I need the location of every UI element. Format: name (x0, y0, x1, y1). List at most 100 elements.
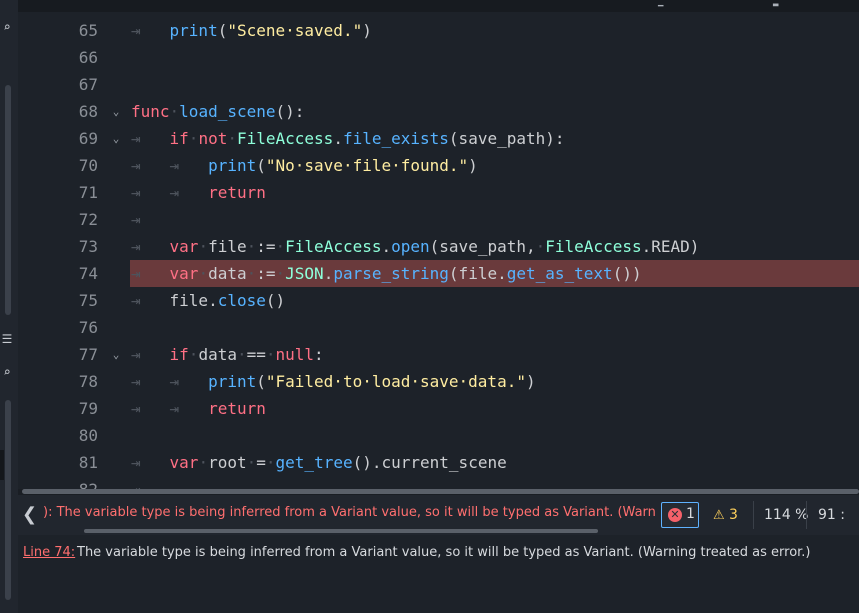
code-token: · (246, 264, 257, 283)
code-token: load_scene (179, 102, 276, 121)
scrollbar-thumb[interactable] (22, 489, 859, 494)
search-icon[interactable]: ⌕ (0, 18, 14, 36)
code-token: · (198, 453, 209, 472)
tab-marker: ⇥ (131, 129, 170, 148)
code-editor[interactable]: 65 ⇥ print("Scene·saved.") 66 67 68 ⌄ func · loa… (18, 12, 859, 489)
code-token: · (236, 345, 247, 364)
code-token: : (314, 345, 324, 364)
line-number: 66 (78, 48, 98, 67)
code-text: ⇥ print("Scene·saved.") (131, 17, 372, 44)
status-error-message[interactable]: ): The variable type is being inferred f… (43, 505, 655, 520)
code-line[interactable]: 76 (18, 314, 859, 341)
code-line[interactable]: 71 ⇥ ⇥ return (18, 179, 859, 206)
line-number: 67 (78, 75, 98, 94)
code-token: close (217, 291, 266, 310)
fold-arrow-icon[interactable]: ⌄ (110, 341, 122, 368)
line-number: 81 (78, 453, 98, 472)
code-token: () (265, 291, 286, 310)
code-line[interactable]: 67 (18, 71, 859, 98)
tab-marker: ⇥ ⇥ (131, 399, 209, 418)
code-line[interactable]: 79 ⇥ ⇥ return (18, 395, 859, 422)
search-icon[interactable]: ⌕ (0, 363, 14, 381)
code-line[interactable]: 78 ⇥ ⇥ print("Failed·to·load·save·data.") (18, 368, 859, 395)
line-number: 68 (78, 102, 98, 121)
left-dock-scrollbar[interactable] (5, 85, 11, 315)
code-token: data (208, 264, 247, 283)
code-text: ⇥ ⇥ return (131, 179, 266, 206)
tab-marker: ⇥ ⇥ (131, 156, 209, 175)
status-scrollbar[interactable] (84, 529, 598, 533)
code-token: return (208, 183, 266, 202)
code-line[interactable]: 77 ⌄ ⇥ if·data·==·null: (18, 341, 859, 368)
code-text: ⇥ var·file·:=·FileAccess.open(save_path,… (131, 233, 699, 260)
code-token: var (169, 453, 199, 472)
code-token: ()) (612, 264, 642, 283)
code-token: var (169, 264, 199, 283)
code-text: ⇥ ⇥ return (131, 395, 266, 422)
toolbar-icon[interactable]: ▁ (658, 0, 670, 7)
code-token: ().current_scene (352, 453, 507, 472)
code-token: := (256, 237, 276, 256)
status-divider (806, 501, 807, 529)
code-line[interactable]: 66 (18, 44, 859, 71)
tab-marker: ⇥ (131, 291, 170, 310)
toggle-panel-icon[interactable]: ❮ (22, 504, 38, 525)
line-number: 79 (78, 399, 98, 418)
code-line[interactable]: 73 ⇥ var·file·:=·FileAccess.open(save_pat… (18, 233, 859, 260)
fold-arrow-icon[interactable]: ⌄ (110, 98, 122, 125)
code-token: · (265, 345, 276, 364)
code-text: ⇥ (131, 476, 141, 489)
tab-marker: ⇥ (131, 210, 141, 229)
code-token: = (256, 453, 266, 472)
code-text: ⇥ (131, 206, 141, 233)
code-token: parse_string (333, 264, 449, 283)
code-line[interactable]: 80 (18, 422, 859, 449)
code-token: . (333, 129, 343, 148)
code-text: ⇥ var·root·=·get_tree().current_scene (131, 449, 507, 476)
code-token: · (246, 237, 257, 256)
toolbar-icon[interactable]: ▂ (773, 0, 785, 7)
error-count-button[interactable]: ✕ 1 (661, 502, 699, 528)
line-number: 75 (78, 291, 98, 310)
warning-icon[interactable]: ⚠ (713, 508, 725, 523)
code-token: if (169, 345, 189, 364)
tab-marker: ⇥ (131, 480, 141, 489)
code-line[interactable]: 68 ⌄ func·load_scene(): (18, 98, 859, 125)
code-token: . (381, 237, 392, 256)
zoom-level[interactable]: 114 % (764, 507, 808, 523)
code-line[interactable]: 82 ⇥ (18, 476, 859, 489)
editor-status-bar: ❮ ): The variable type is being inferred… (18, 495, 859, 535)
code-token: func (131, 102, 170, 121)
error-line-link[interactable]: Line 74: (23, 545, 75, 560)
code-line[interactable]: 75 ⇥ file.close() (18, 287, 859, 314)
code-line[interactable]: 72 ⇥ (18, 206, 859, 233)
filter-icon[interactable]: ☰ (0, 330, 14, 348)
code-token: · (198, 264, 209, 283)
code-token: FileAccess (236, 129, 334, 148)
code-token: · (198, 237, 209, 256)
code-line[interactable]: 81 ⇥ var·root·=·get_tree().current_scene (18, 449, 859, 476)
code-token: · (265, 453, 276, 472)
code-token: FileAccess (545, 237, 642, 256)
cursor-position: 91 : (818, 507, 845, 523)
warning-count[interactable]: 3 (729, 507, 738, 523)
line-number: 74 (78, 264, 98, 283)
code-token: get_as_text (506, 264, 613, 283)
code-token: file_exists (342, 129, 449, 148)
code-token: ) (468, 156, 478, 175)
left-dock-scrollbar-2[interactable] (5, 400, 11, 600)
line-number: 82 (58, 476, 98, 489)
left-dock-strip: ⌕ ☰ ⌕ (0, 0, 18, 613)
code-line[interactable]: 69 ⌄ ⇥ if·not·FileAccess.file_exists(save_… (18, 125, 859, 152)
tab-marker: ⇥ ⇥ (131, 183, 209, 202)
fold-arrow-icon[interactable]: ⌄ (110, 125, 122, 152)
code-line[interactable]: 65 ⇥ print("Scene·saved.") (18, 17, 859, 44)
code-line[interactable]: 70 ⇥ ⇥ print("No·save·file·found.") (18, 152, 859, 179)
code-token: · (227, 129, 237, 148)
code-token: data (198, 345, 237, 364)
tab-marker: ⇥ (131, 21, 170, 40)
code-line-error[interactable]: 74 ⇥ var·data·:=·JSON.parse_string(file.g… (18, 260, 859, 287)
code-token: file (208, 237, 247, 256)
code-token: not (198, 129, 228, 148)
code-token: := (256, 264, 276, 283)
